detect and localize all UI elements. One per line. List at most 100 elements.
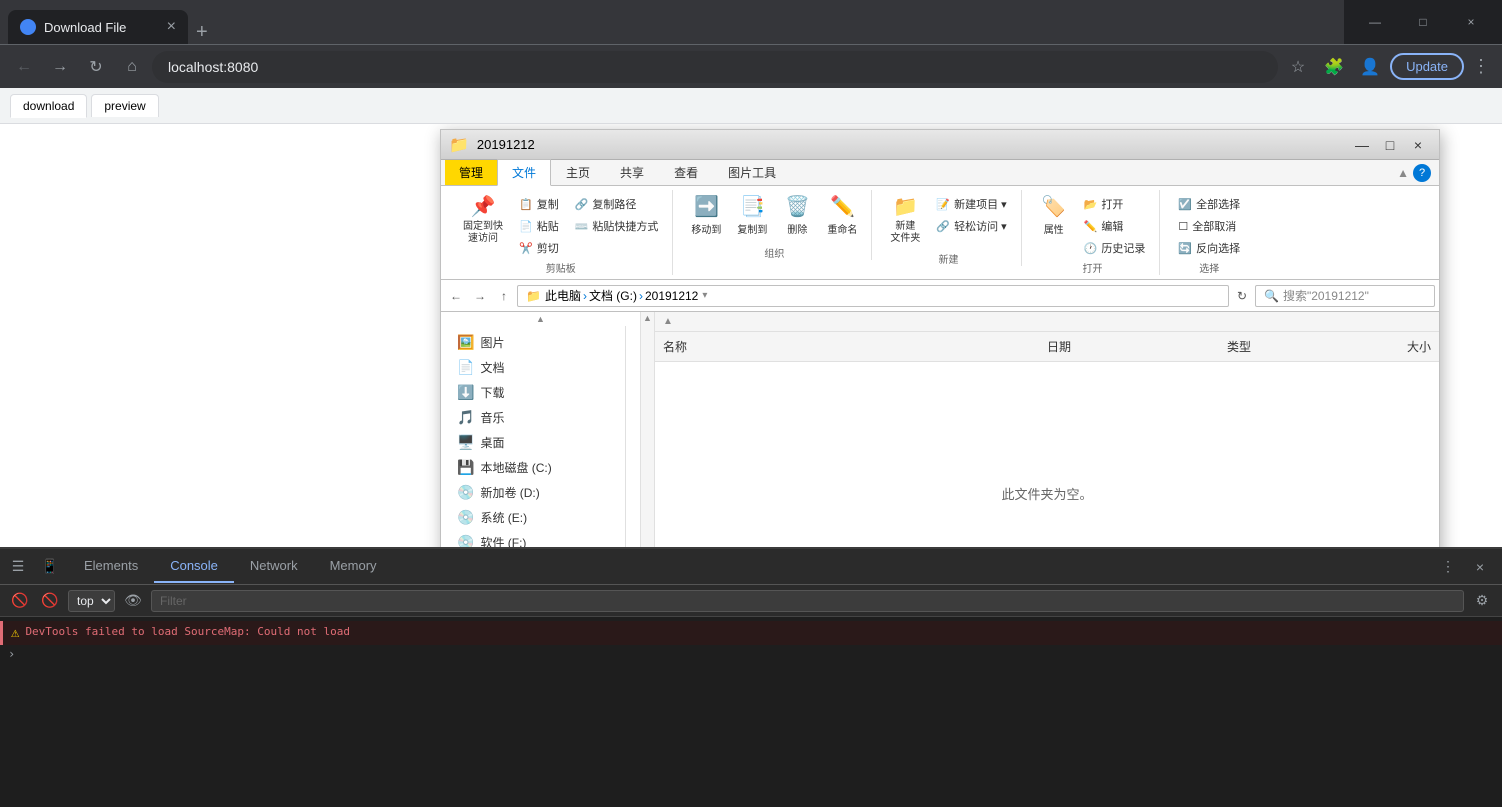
explorer-refresh[interactable]: ↻ xyxy=(1231,285,1253,307)
ribbon-copyto-button[interactable]: 📑 复制到 xyxy=(731,190,773,243)
edit-icon: ✏️ xyxy=(1084,220,1098,233)
update-button[interactable]: Update xyxy=(1390,53,1464,80)
ribbon-selectnone-button[interactable]: ☐ 全部取消 xyxy=(1172,216,1246,236)
extensions-icon[interactable]: 🧩 xyxy=(1318,51,1350,83)
history-icon: 🕐 xyxy=(1084,242,1098,255)
devtools-close-icon[interactable]: × xyxy=(1466,553,1494,581)
easyaccess-icon: 🔗 xyxy=(936,220,950,233)
ribbon-newitem-button[interactable]: 📝 新建项目 ▾ xyxy=(930,194,1012,214)
explorer-up[interactable]: ↑ xyxy=(493,285,515,307)
ribbon-paste-button[interactable]: 📄 粘贴 xyxy=(513,216,565,236)
ribbon-invertselect-button[interactable]: 🔄 反向选择 xyxy=(1172,238,1246,258)
forward-button[interactable]: → xyxy=(44,51,76,83)
explorer-back[interactable]: ← xyxy=(445,285,467,307)
devtools-tab-elements[interactable]: Elements xyxy=(68,550,154,583)
ribbon-selectall-button[interactable]: ☑️ 全部选择 xyxy=(1172,194,1246,214)
nav-scroll-up-arrow[interactable]: ▲ xyxy=(643,313,652,323)
nav-item-drive-d[interactable]: 💿 新加卷 (D:) xyxy=(441,480,625,505)
active-tab[interactable]: Download File × xyxy=(8,10,188,44)
filter-input[interactable] xyxy=(151,590,1464,612)
device-icon[interactable]: 📱 xyxy=(36,553,64,581)
ribbon-manage-tab[interactable]: 管理 xyxy=(445,160,497,185)
ribbon-delete-button[interactable]: 🗑️ 删除 xyxy=(777,190,817,243)
ribbon-tab-view[interactable]: 查看 xyxy=(659,159,713,186)
devtools-tab-network[interactable]: Network xyxy=(234,550,314,583)
music-icon: 🎵 xyxy=(457,409,474,426)
col-size[interactable]: 大小 xyxy=(1359,334,1439,359)
console-gear-icon[interactable]: ⚙ xyxy=(1470,589,1494,613)
ribbon-moveto-button[interactable]: ➡️ 移动到 xyxy=(685,190,727,243)
eye-icon[interactable]: 👁 xyxy=(121,589,145,613)
context-selector[interactable]: top xyxy=(68,590,115,612)
nav-item-desktop[interactable]: 🖥️ 桌面 xyxy=(441,430,625,455)
menu-button[interactable]: ⋮ xyxy=(1468,52,1494,81)
nav-item-music[interactable]: 🎵 音乐 xyxy=(441,405,625,430)
new-tab-button[interactable]: + xyxy=(196,21,208,44)
devtools-tab-console[interactable]: Console xyxy=(154,550,234,583)
home-button[interactable]: ⌂ xyxy=(116,51,148,83)
ribbon-help-icon[interactable]: ? xyxy=(1413,164,1431,182)
maximize-button[interactable]: □ xyxy=(1400,7,1446,37)
nav-item-local-c[interactable]: 💾 本地磁盘 (C:) xyxy=(441,455,625,480)
ribbon-collapse-icon[interactable]: ▲ xyxy=(1397,166,1409,180)
ribbon-tab-tools[interactable]: 图片工具 xyxy=(713,159,791,186)
moveto-icon: ➡️ xyxy=(694,194,719,219)
col-name[interactable]: 名称 xyxy=(655,334,1039,359)
path-icon: 📁 xyxy=(526,289,541,303)
ribbon-tab-file[interactable]: 文件 xyxy=(497,159,551,186)
nav-scroll-up[interactable]: ▲ xyxy=(441,312,640,326)
console-clear-icon[interactable]: 🚫 xyxy=(38,589,62,613)
reload-button[interactable]: ↻ xyxy=(80,51,112,83)
ribbon-edit-button[interactable]: ✏️ 编辑 xyxy=(1078,216,1152,236)
profile-icon[interactable]: 👤 xyxy=(1354,51,1386,83)
minimize-button[interactable]: — xyxy=(1352,7,1398,37)
copy-icon: 📋 xyxy=(519,198,533,211)
bookmark-download[interactable]: download xyxy=(10,94,87,118)
console-expand-arrow[interactable]: › xyxy=(0,645,1502,663)
search-icon: 🔍 xyxy=(1264,289,1279,303)
sort-up-arrow[interactable]: ▲ xyxy=(663,316,673,327)
new-label: 新建 xyxy=(884,249,1012,266)
bookmark-icon[interactable]: ☆ xyxy=(1282,51,1314,83)
inspect-icon[interactable]: ☰ xyxy=(4,553,32,581)
address-input[interactable] xyxy=(152,51,1278,83)
properties-icon: 🏷️ xyxy=(1041,194,1066,219)
nav-item-drive-e[interactable]: 💿 系统 (E:) xyxy=(441,505,625,530)
copyto-icon: 📑 xyxy=(740,194,765,219)
ribbon-newfolder-button[interactable]: 📁 新建文件夹 xyxy=(884,190,926,249)
explorer-maximize[interactable]: □ xyxy=(1377,135,1403,155)
ribbon-cut-button[interactable]: ✂️ 剪切 xyxy=(513,238,565,258)
explorer-forward[interactable]: → xyxy=(469,285,491,307)
explorer-search[interactable]: 🔍 搜索"20191212" xyxy=(1255,285,1435,307)
devtools-tab-memory[interactable]: Memory xyxy=(314,550,393,583)
nav-item-documents[interactable]: 📄 文档 xyxy=(441,355,625,380)
explorer-close[interactable]: × xyxy=(1405,135,1431,155)
ribbon-easyaccess-button[interactable]: 🔗 轻松访问 ▾ xyxy=(930,216,1012,236)
explorer-minimize[interactable]: — xyxy=(1349,135,1375,155)
ribbon-copy-button[interactable]: 📋 复制 xyxy=(513,194,565,214)
ribbon-paste-shortcut-button[interactable]: ⌨️ 粘贴快捷方式 xyxy=(569,216,665,236)
col-type[interactable]: 类型 xyxy=(1219,334,1359,359)
ribbon-group-open: 🏷️ 属性 📂 打开 ✏️ 编辑 xyxy=(1026,190,1161,275)
ribbon-properties-button[interactable]: 🏷️ 属性 xyxy=(1034,190,1074,258)
ribbon-open-button[interactable]: 📂 打开 xyxy=(1078,194,1152,214)
close-button[interactable]: × xyxy=(1448,7,1494,37)
col-date[interactable]: 日期 xyxy=(1039,334,1219,359)
ribbon-group-select: ☑️ 全部选择 ☐ 全部取消 🔄 反向选择 xyxy=(1164,190,1254,275)
ribbon-copy-path-button[interactable]: 🔗 复制路径 xyxy=(569,194,665,214)
console-stop-icon[interactable]: 🚫 xyxy=(8,589,32,613)
drive-d-icon: 💿 xyxy=(457,484,474,501)
ribbon-tab-home[interactable]: 主页 xyxy=(551,159,605,186)
ribbon-history-button[interactable]: 🕐 历史记录 xyxy=(1078,238,1152,258)
nav-item-pictures[interactable]: 🖼️ 图片 xyxy=(441,330,625,355)
copy-path-icon: 🔗 xyxy=(575,198,589,211)
ribbon-tab-share[interactable]: 共享 xyxy=(605,159,659,186)
devtools-dots-icon[interactable]: ⋮ xyxy=(1434,553,1462,581)
back-button[interactable]: ← xyxy=(8,51,40,83)
ribbon-rename-button[interactable]: ✏️ 重命名 xyxy=(821,190,863,243)
ribbon-pin-button[interactable]: 📌 固定到快速访问 xyxy=(457,190,509,258)
nav-item-downloads[interactable]: ⬇️ 下载 xyxy=(441,380,625,405)
explorer-path[interactable]: 📁 此电脑 › 文档 (G:) › 20191212 ▾ xyxy=(517,285,1229,307)
bookmark-preview[interactable]: preview xyxy=(91,94,158,117)
tab-close-icon[interactable]: × xyxy=(167,18,176,36)
